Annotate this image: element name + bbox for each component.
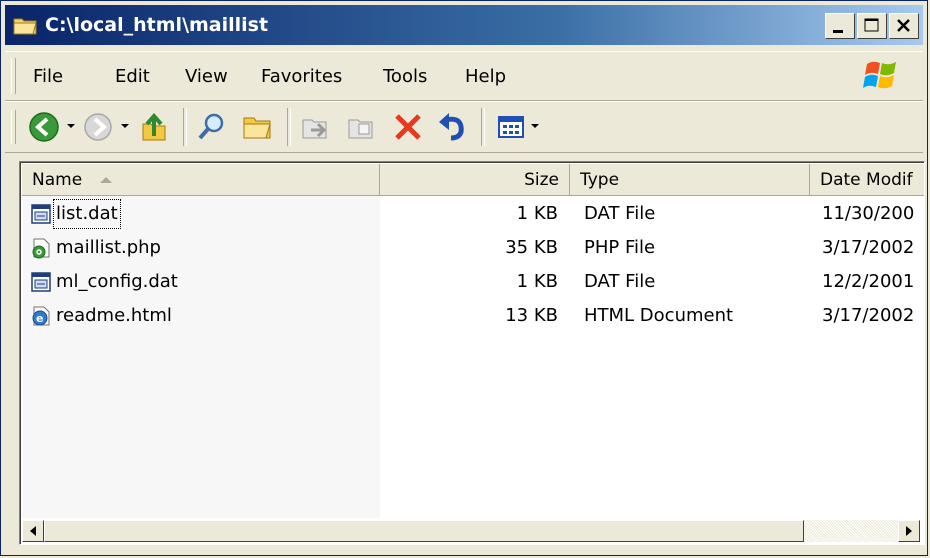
file-type: DAT File bbox=[584, 271, 656, 292]
file-row[interactable]: e readme.html 13 KB HTML Document 3/17/2… bbox=[22, 300, 922, 332]
close-button[interactable] bbox=[889, 13, 919, 39]
file-date: 3/17/2002 bbox=[822, 305, 915, 326]
views-dropdown-arrow[interactable] bbox=[531, 124, 539, 128]
file-row[interactable]: list.dat 1 KB DAT File 11/30/200 bbox=[22, 198, 922, 230]
explorer-window: C:\local_html\maillist File Edit View Fa… bbox=[0, 0, 928, 556]
file-date: 11/30/200 bbox=[822, 203, 915, 224]
menu-favorites[interactable]: Favorites bbox=[261, 66, 342, 87]
file-size: 1 KB bbox=[516, 271, 558, 292]
file-type: DAT File bbox=[584, 203, 656, 224]
forward-dropdown-arrow[interactable] bbox=[121, 124, 129, 128]
file-name: maillist.php bbox=[56, 237, 161, 258]
menu-view[interactable]: View bbox=[185, 66, 228, 87]
file-type: HTML Document bbox=[584, 305, 734, 326]
minimize-icon bbox=[833, 30, 843, 33]
file-name: readme.html bbox=[56, 305, 172, 326]
file-size: 1 KB bbox=[516, 203, 558, 224]
up-folder-icon[interactable] bbox=[137, 110, 171, 144]
scroll-right-arrow-icon bbox=[906, 526, 912, 536]
forward-icon[interactable] bbox=[81, 110, 115, 144]
scrollbar-thumb[interactable] bbox=[44, 520, 804, 542]
column-header-type[interactable]: Type bbox=[570, 164, 810, 196]
sort-ascending-icon bbox=[100, 177, 113, 183]
scroll-right-button[interactable] bbox=[898, 520, 920, 542]
menu-help[interactable]: Help bbox=[465, 66, 506, 87]
minimize-button[interactable] bbox=[825, 13, 855, 39]
menu-file[interactable]: File bbox=[33, 66, 63, 87]
close-icon bbox=[897, 19, 910, 32]
file-list[interactable]: Name Size Type Date Modif list.dat 1 KB … bbox=[19, 161, 925, 545]
folders-icon[interactable] bbox=[241, 110, 275, 144]
file-date: 3/17/2002 bbox=[822, 237, 915, 258]
back-icon[interactable] bbox=[27, 110, 61, 144]
column-header-size[interactable]: Size bbox=[380, 164, 570, 196]
php-file-icon bbox=[32, 238, 50, 259]
views-icon[interactable] bbox=[495, 110, 529, 144]
maximize-icon bbox=[864, 18, 879, 32]
column-header-date[interactable]: Date Modif bbox=[810, 164, 924, 196]
windows-logo-icon bbox=[863, 61, 896, 89]
menu-edit[interactable]: Edit bbox=[115, 66, 150, 87]
dat-file-icon bbox=[31, 272, 51, 292]
window-title: C:\local_html\maillist bbox=[45, 14, 269, 36]
column-header-type-label: Type bbox=[580, 170, 620, 190]
toolbar-grip[interactable] bbox=[11, 110, 16, 144]
menubar-grip[interactable] bbox=[11, 58, 16, 94]
delete-icon[interactable] bbox=[391, 110, 425, 144]
copy-to-icon[interactable] bbox=[345, 110, 379, 144]
file-size: 35 KB bbox=[505, 237, 558, 258]
undo-icon[interactable] bbox=[435, 110, 469, 144]
scroll-left-button[interactable] bbox=[22, 520, 44, 542]
toolbar-separator bbox=[183, 108, 187, 146]
file-row[interactable]: ml_config.dat 1 KB DAT File 12/2/2001 bbox=[22, 266, 922, 298]
column-header-date-label: Date Modif bbox=[820, 170, 913, 190]
file-size: 13 KB bbox=[505, 305, 558, 326]
move-to-icon[interactable] bbox=[299, 110, 333, 144]
toolbar-separator bbox=[287, 108, 291, 146]
file-name: ml_config.dat bbox=[56, 271, 178, 292]
column-header-size-label: Size bbox=[524, 170, 559, 190]
horizontal-scrollbar[interactable] bbox=[22, 520, 920, 542]
file-date: 12/2/2001 bbox=[822, 271, 915, 292]
toolbar-separator bbox=[481, 108, 485, 146]
file-type: PHP File bbox=[584, 237, 656, 258]
title-bar[interactable]: C:\local_html\maillist bbox=[5, 5, 923, 45]
file-name: list.dat bbox=[53, 199, 121, 229]
toolbar bbox=[5, 101, 923, 153]
menu-bar: File Edit View Favorites Tools Help bbox=[5, 51, 923, 101]
maximize-button[interactable] bbox=[857, 13, 887, 39]
scroll-left-arrow-icon bbox=[30, 526, 36, 536]
file-row[interactable]: maillist.php 35 KB PHP File 3/17/2002 bbox=[22, 232, 922, 264]
column-header-name[interactable]: Name bbox=[22, 164, 380, 196]
column-header-name-label: Name bbox=[32, 170, 83, 190]
html-file-icon: e bbox=[32, 306, 50, 326]
svg-text:e: e bbox=[36, 312, 43, 325]
folder-icon bbox=[13, 18, 37, 35]
search-icon[interactable] bbox=[195, 110, 229, 144]
menu-tools[interactable]: Tools bbox=[383, 66, 427, 87]
back-dropdown-arrow[interactable] bbox=[67, 124, 75, 128]
dat-file-icon bbox=[31, 204, 51, 224]
